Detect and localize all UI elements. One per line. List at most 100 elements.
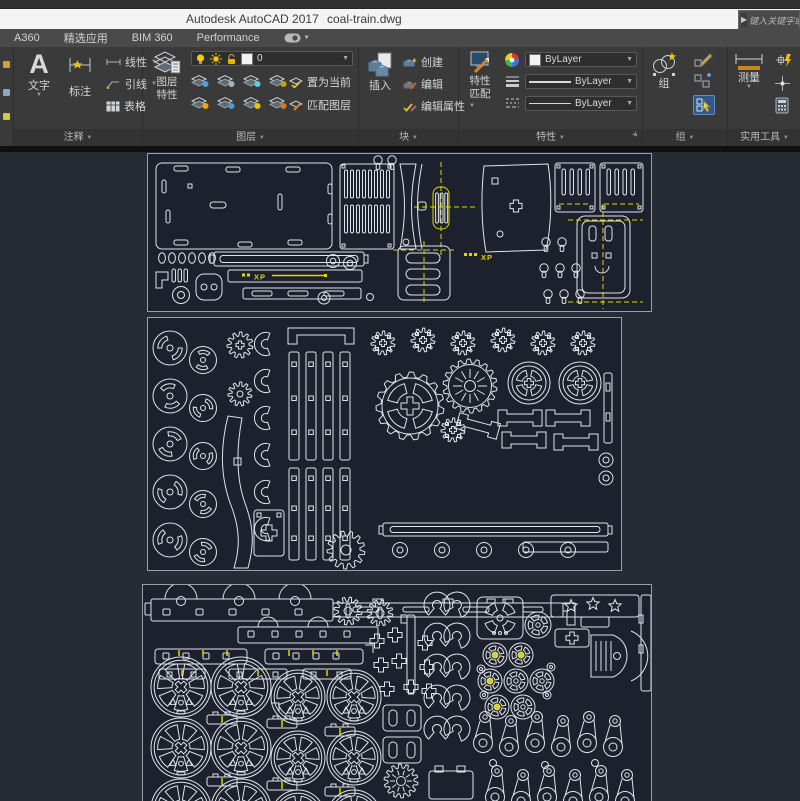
insert-button[interactable]: 插入 <box>363 51 397 92</box>
help-search-box[interactable]: ▶ 键入关键字或 <box>738 10 800 30</box>
layer-tool-icon[interactable] <box>269 95 287 110</box>
linear-icon <box>106 58 121 66</box>
panel-utilities: 测量 ▼ 实用工具 ▼ <box>728 47 800 146</box>
layer-tool-icon[interactable] <box>191 73 209 88</box>
text-caret-icon: ▼ <box>36 92 42 98</box>
linetype-value: ByLayer <box>575 98 612 109</box>
document-title: coal-train.dwg <box>327 12 402 26</box>
layer-unlock-icon <box>226 53 237 65</box>
measure-caret-icon: ▼ <box>746 84 752 90</box>
measure-label: 测量 <box>738 72 760 84</box>
match-layer-button[interactable]: 匹配图层 <box>289 97 351 113</box>
block-edit-icon <box>403 79 417 90</box>
search-placeholder[interactable]: 键入关键字或 <box>749 14 800 27</box>
ribbon-tab-row: A360 精选应用 BIM 360 Performance ▼ <box>0 29 800 47</box>
group-label: 组 <box>659 78 670 90</box>
tab-featured-apps[interactable]: 精选应用 <box>64 30 108 46</box>
layer-tool-icon[interactable] <box>243 95 261 110</box>
ribbon-clipped-panel <box>0 47 14 146</box>
layer-on-bulb-icon <box>195 53 206 65</box>
object-color-icon[interactable] <box>505 53 519 67</box>
text-button[interactable]: A 文字 ▼ <box>22 49 56 98</box>
panel-label-group[interactable]: 组 ▼ <box>643 129 727 146</box>
window-top-strip <box>0 0 800 9</box>
match-properties-button[interactable]: 特性 匹配 <box>461 50 499 100</box>
measure-icon <box>734 53 764 71</box>
panel-label-block[interactable]: 块 ▼ <box>359 129 458 146</box>
color-value: ByLayer <box>545 54 582 65</box>
layer-tool-icon[interactable] <box>191 95 209 110</box>
layer-color-swatch <box>241 53 253 65</box>
panel-label-annotate[interactable]: 注释 ▼ <box>14 129 142 146</box>
tab-performance[interactable]: Performance <box>197 32 260 44</box>
panel-block: 插入 创建 编辑 编辑属性▼ 块 ▼ <box>359 47 459 146</box>
set-current-label: 置为当前 <box>307 74 351 90</box>
color-dropdown[interactable]: ByLayer ▼ <box>525 52 637 67</box>
layer-tool-icon[interactable] <box>269 73 287 88</box>
set-current-icon <box>289 76 303 88</box>
linetype-swatch <box>529 103 571 104</box>
layer-thaw-sun-icon <box>210 53 222 65</box>
part-sheet-middle[interactable] <box>147 317 622 571</box>
layer-tool-icon[interactable] <box>217 73 235 88</box>
titlebar: Autodesk AutoCAD 2017 coal-train.dwg ▶ 键… <box>0 9 800 29</box>
layer-name: 0 <box>257 53 263 64</box>
dialog-launcher-icon[interactable]: ➤ <box>627 126 644 143</box>
layer-properties-button[interactable]: 图层 特性 <box>147 49 187 101</box>
app-title: Autodesk AutoCAD 2017 <box>186 12 319 26</box>
match-properties-icon <box>467 50 493 74</box>
insert-label: 插入 <box>369 80 391 92</box>
media-icon <box>284 33 301 43</box>
block-edit-label: 编辑 <box>421 76 443 92</box>
panel-layers: 图层 特性 0 ▼ 图层 ▼ 置为当前 匹配图层 <box>143 47 359 146</box>
block-edit-button[interactable]: 编辑 <box>403 76 443 92</box>
group-edit-icon[interactable] <box>693 51 713 68</box>
layer-properties-label2: 特性 <box>157 89 178 101</box>
tab-a360[interactable]: A360 <box>14 32 40 44</box>
lineweight-dropdown[interactable]: ByLayer ▼ <box>525 74 637 89</box>
part-sheet-top[interactable]: XPXP <box>147 153 652 312</box>
match-layer-label: 匹配图层 <box>307 97 351 113</box>
table-button[interactable]: 表格 <box>106 98 146 114</box>
group-selection-icon <box>694 96 714 114</box>
group-button[interactable]: 组 <box>647 51 681 90</box>
lineweight-icon[interactable] <box>505 75 520 87</box>
id-point-icon[interactable] <box>774 52 793 69</box>
search-expand-icon[interactable]: ▶ <box>741 13 747 27</box>
linetype-dropdown[interactable]: ByLayer ▼ <box>525 96 637 111</box>
block-create-button[interactable]: 创建 <box>403 54 443 70</box>
group-selection-toggle[interactable] <box>693 95 715 115</box>
set-current-button[interactable]: 置为当前 <box>289 74 351 90</box>
match-properties-label2: 匹配 <box>470 88 491 100</box>
measure-button[interactable]: 测量 ▼ <box>730 53 768 90</box>
block-create-label: 创建 <box>421 54 443 70</box>
drawing-canvas[interactable]: XPXP <box>0 152 800 800</box>
lineweight-swatch <box>529 81 571 83</box>
panel-label-utilities[interactable]: 实用工具 ▼ <box>728 129 800 146</box>
group-ungroup-icon[interactable] <box>693 73 713 90</box>
insert-icon <box>366 51 394 79</box>
panel-label-layers[interactable]: 图层 ▼ <box>143 129 358 146</box>
panel-annotate: A 文字 ▼ 标注 线性▼ 引线▼ 表格 注释 ▼ <box>14 47 143 146</box>
part-sheet-bottom[interactable] <box>142 584 652 801</box>
panel-label-properties[interactable]: 特性 ▼➤ <box>459 129 642 146</box>
block-create-icon <box>403 57 417 68</box>
group-icon <box>651 51 677 77</box>
dimension-button[interactable]: 标注 <box>60 53 100 98</box>
media-button[interactable]: ▼ <box>284 33 310 43</box>
panel-group: 组 组 ▼ <box>643 47 728 146</box>
text-label: 文字 <box>28 80 50 92</box>
layer-tool-icon[interactable] <box>217 95 235 110</box>
calculator-icon[interactable] <box>775 97 789 114</box>
point-icon[interactable] <box>774 75 791 92</box>
text-icon: A <box>29 49 49 79</box>
table-icon <box>106 101 120 112</box>
tab-bim360[interactable]: BIM 360 <box>132 32 173 44</box>
linetype-icon[interactable] <box>505 97 520 109</box>
layer-dropdown[interactable]: 0 ▼ <box>191 51 353 66</box>
edit-attributes-icon <box>403 101 417 112</box>
color-swatch <box>529 54 541 66</box>
dimension-label: 标注 <box>69 86 91 98</box>
layer-properties-label: 图层 <box>157 76 178 88</box>
layer-tool-icon[interactable] <box>243 73 261 88</box>
